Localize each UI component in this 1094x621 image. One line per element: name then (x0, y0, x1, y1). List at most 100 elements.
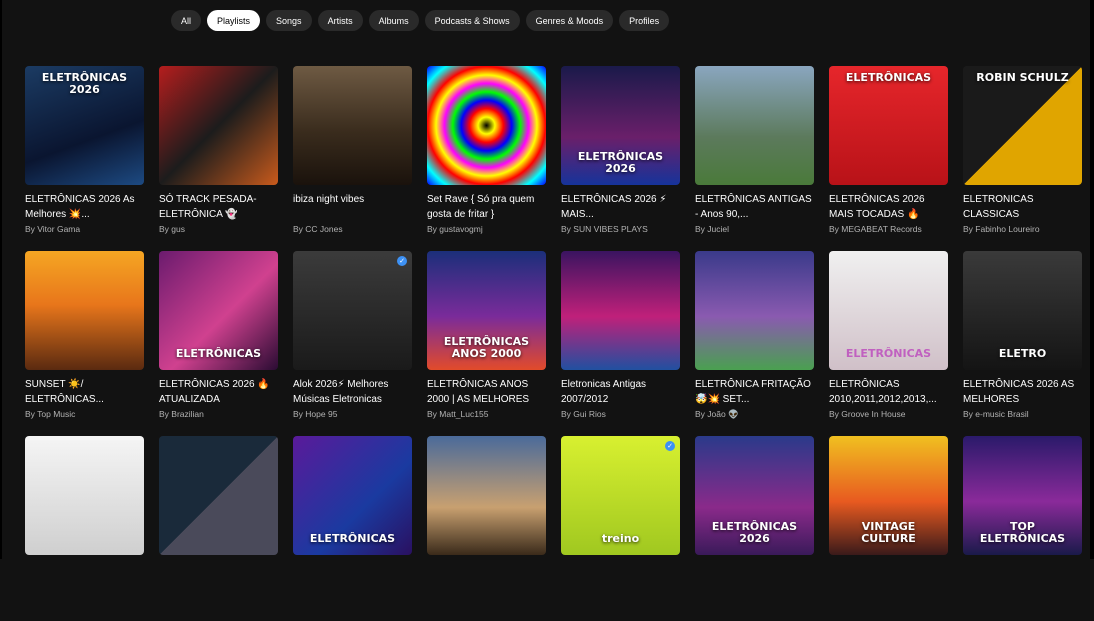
playlist-author[interactable]: By gustavogmj (427, 224, 546, 234)
filter-chip-podcasts-shows[interactable]: Podcasts & Shows (424, 10, 520, 31)
filter-chip-songs[interactable]: Songs (266, 10, 312, 31)
playlist-author[interactable]: By Gui Rios (561, 409, 680, 419)
verified-badge-icon: ✓ (397, 256, 407, 266)
playlist-cover[interactable] (25, 436, 144, 555)
playlist-card[interactable]: ELETRÔNICAS (293, 436, 412, 621)
playlist-card[interactable]: ELETRO ELETRÔNICAS 2026 AS MELHORES By e-m… (963, 251, 1082, 436)
playlist-title[interactable]: ELETRÔNICAS ANOS 2000 | AS MELHORES (427, 377, 546, 407)
playlist-cover[interactable]: ELETRÔNICAS 2026 (695, 436, 814, 555)
playlist-author[interactable]: By Hope 95 (293, 409, 412, 419)
playlist-author[interactable]: By Matt_Luc155 (427, 409, 546, 419)
filter-chip-playlists[interactable]: Playlists (207, 10, 261, 31)
playlist-author[interactable]: By João 👽 (695, 409, 814, 420)
playlist-author[interactable]: By Top Music (25, 409, 144, 419)
playlist-title[interactable]: ELETRÔNICAS 2026 As Melhores 💥... (25, 192, 144, 222)
playlist-title[interactable]: ELETRONICAS CLASSICAS (963, 192, 1082, 222)
playlist-card[interactable]: ELETRÔNICAS ANOS 2000 ELETRÔNICAS ANOS 20… (427, 251, 546, 436)
filter-chip-profiles[interactable]: Profiles (619, 10, 670, 31)
playlist-title[interactable]: ELETRÔNICAS 2026 🔥 ATUALIZADA (159, 377, 278, 407)
playlist-cover[interactable] (695, 251, 814, 370)
playlist-cover[interactable]: ELETRÔNICAS (159, 251, 278, 370)
playlist-title[interactable]: ELETRÔNICAS ANTIGAS - Anos 90,... (695, 192, 814, 222)
playlist-card[interactable] (25, 436, 144, 621)
playlist-author[interactable]: By MEGABEAT Records (829, 224, 948, 234)
playlist-card[interactable]: Eletronicas Antigas 2007/2012 By Gui Rios (561, 251, 680, 436)
playlist-card[interactable]: VINTAGE CULTURE (829, 436, 948, 621)
playlist-card[interactable]: treino ✓ (561, 436, 680, 621)
playlist-card[interactable]: ELETRÔNICAS 2026 ELETRÔNICAS 2026 ⚡ MAIS.… (561, 66, 680, 251)
playlist-cover[interactable]: treino ✓ (561, 436, 680, 555)
playlist-cover[interactable]: TOP ELETRÔNICAS (963, 436, 1082, 555)
playlist-cover[interactable] (427, 66, 546, 185)
cover-text: ELETRÔNICAS 2026 (577, 149, 664, 175)
playlist-cover[interactable] (159, 436, 278, 555)
playlist-cover[interactable]: ELETRÔNICAS 2026 (25, 66, 144, 185)
playlist-cover[interactable]: VINTAGE CULTURE (829, 436, 948, 555)
playlist-card[interactable]: ELETRÔNICA FRITAÇÃO 🤯💥 SET... By João 👽 (695, 251, 814, 436)
filter-chip-albums[interactable]: Albums (368, 10, 419, 31)
playlist-cover[interactable] (293, 66, 412, 185)
playlist-card[interactable]: ✓ Alok 2026⚡ Melhores Músicas Eletronicas… (293, 251, 412, 436)
playlist-title[interactable]: ELETRÔNICAS 2026 ⚡ MAIS... (561, 192, 680, 222)
cover-text: treino (601, 531, 640, 545)
playlist-cover[interactable]: ELETRÔNICAS ANOS 2000 (427, 251, 546, 370)
playlist-card[interactable]: ELETRÔNICAS ELETRÔNICAS 2026 MAIS TOCADAS… (829, 66, 948, 251)
playlist-author[interactable]: By Juciel (695, 224, 814, 234)
playlist-cover[interactable]: ELETRÔNICAS 2026 (561, 66, 680, 185)
playlist-cover[interactable] (695, 66, 814, 185)
playlist-cover[interactable]: ELETRÔNICAS (829, 66, 948, 185)
filter-chip-artists[interactable]: Artists (317, 10, 363, 31)
playlist-cover[interactable] (427, 436, 546, 555)
cover-text: ELETRÔNICAS (845, 71, 932, 84)
window-edge-left (0, 0, 2, 559)
playlist-card[interactable]: ROBIN SCHULZ ELETRONICAS CLASSICAS By Fabi… (963, 66, 1082, 251)
filter-chip-genres-moods[interactable]: Genres & Moods (525, 10, 614, 31)
playlist-card[interactable]: TOP ELETRÔNICAS (963, 436, 1082, 621)
playlist-title[interactable]: Eletronicas Antigas 2007/2012 (561, 377, 680, 407)
playlist-title[interactable]: ibiza night vibes (293, 192, 412, 222)
cover-text: ROBIN SCHULZ (976, 71, 1069, 84)
playlist-cover[interactable] (25, 251, 144, 370)
playlist-title[interactable]: Alok 2026⚡ Melhores Músicas Eletronicas (293, 377, 412, 407)
playlist-card[interactable]: ELETRÔNICAS 2026 ELETRÔNICAS 2026 As Melh… (25, 66, 144, 251)
playlist-card[interactable]: Set Rave { Só pra quem gosta de fritar }… (427, 66, 546, 251)
playlist-card[interactable] (427, 436, 546, 621)
filter-chips: All Playlists Songs Artists Albums Podcasts &… (171, 10, 670, 31)
playlist-author[interactable]: By SUN VIBES PLAYS (561, 224, 680, 234)
cover-text: VINTAGE CULTURE (861, 519, 916, 545)
playlist-author[interactable]: By e-music Brasil (963, 409, 1082, 419)
playlist-cover[interactable]: ELETRÔNICAS (293, 436, 412, 555)
playlist-title[interactable]: ELETRÔNICA FRITAÇÃO 🤯💥 SET... (695, 377, 814, 407)
playlist-cover[interactable] (561, 251, 680, 370)
cover-text: ELETRO (998, 346, 1047, 360)
playlist-cover[interactable]: ELETRO (963, 251, 1082, 370)
playlist-title[interactable]: Set Rave { Só pra quem gosta de fritar } (427, 192, 546, 222)
playlist-author[interactable]: By Fabinho Loureiro (963, 224, 1082, 234)
playlist-author[interactable]: By Brazilian (159, 409, 278, 419)
playlist-author[interactable]: By CC Jones (293, 224, 412, 234)
playlist-cover[interactable]: ✓ (293, 251, 412, 370)
playlist-cover[interactable]: ROBIN SCHULZ (963, 66, 1082, 185)
playlist-card[interactable]: SÓ TRACK PESADA- ELETRÔNICA 👻 By gus (159, 66, 278, 251)
cover-text: TOP ELETRÔNICAS (979, 519, 1066, 545)
playlist-card[interactable]: ELETRÔNICAS 2026 (695, 436, 814, 621)
playlist-author[interactable]: By Groove In House (829, 409, 948, 419)
playlist-card[interactable]: ELETRÔNICAS ELETRÔNICAS 2026 🔥 ATUALIZADA… (159, 251, 278, 436)
playlist-author[interactable]: By Vitor Gama (25, 224, 144, 234)
playlist-title[interactable]: ELETRÔNICAS 2010,2011,2012,2013,... (829, 377, 948, 407)
playlist-title[interactable]: SUNSET ☀️/ ELETRÔNICAS... (25, 377, 144, 407)
playlist-title[interactable]: ELETRÔNICAS 2026 AS MELHORES (963, 377, 1082, 407)
playlist-author[interactable]: By gus (159, 224, 278, 234)
playlist-cover[interactable] (159, 66, 278, 185)
playlist-card[interactable] (159, 436, 278, 621)
playlist-card[interactable]: ELETRÔNICAS ANTIGAS - Anos 90,... By Juci… (695, 66, 814, 251)
playlist-cover[interactable]: ELETRÔNICAS (829, 251, 948, 370)
cover-text: ELETRÔNICAS 2026 (711, 519, 798, 545)
playlist-title[interactable]: ELETRÔNICAS 2026 MAIS TOCADAS 🔥 (829, 192, 948, 222)
filter-chip-all[interactable]: All (171, 10, 202, 31)
cover-text: ELETRÔNICAS (845, 346, 932, 360)
playlist-title[interactable]: SÓ TRACK PESADA- ELETRÔNICA 👻 (159, 192, 278, 222)
playlist-card[interactable]: SUNSET ☀️/ ELETRÔNICAS... By Top Music (25, 251, 144, 436)
playlist-card[interactable]: ELETRÔNICAS ELETRÔNICAS 2010,2011,2012,20… (829, 251, 948, 436)
playlist-card[interactable]: ibiza night vibes By CC Jones (293, 66, 412, 251)
